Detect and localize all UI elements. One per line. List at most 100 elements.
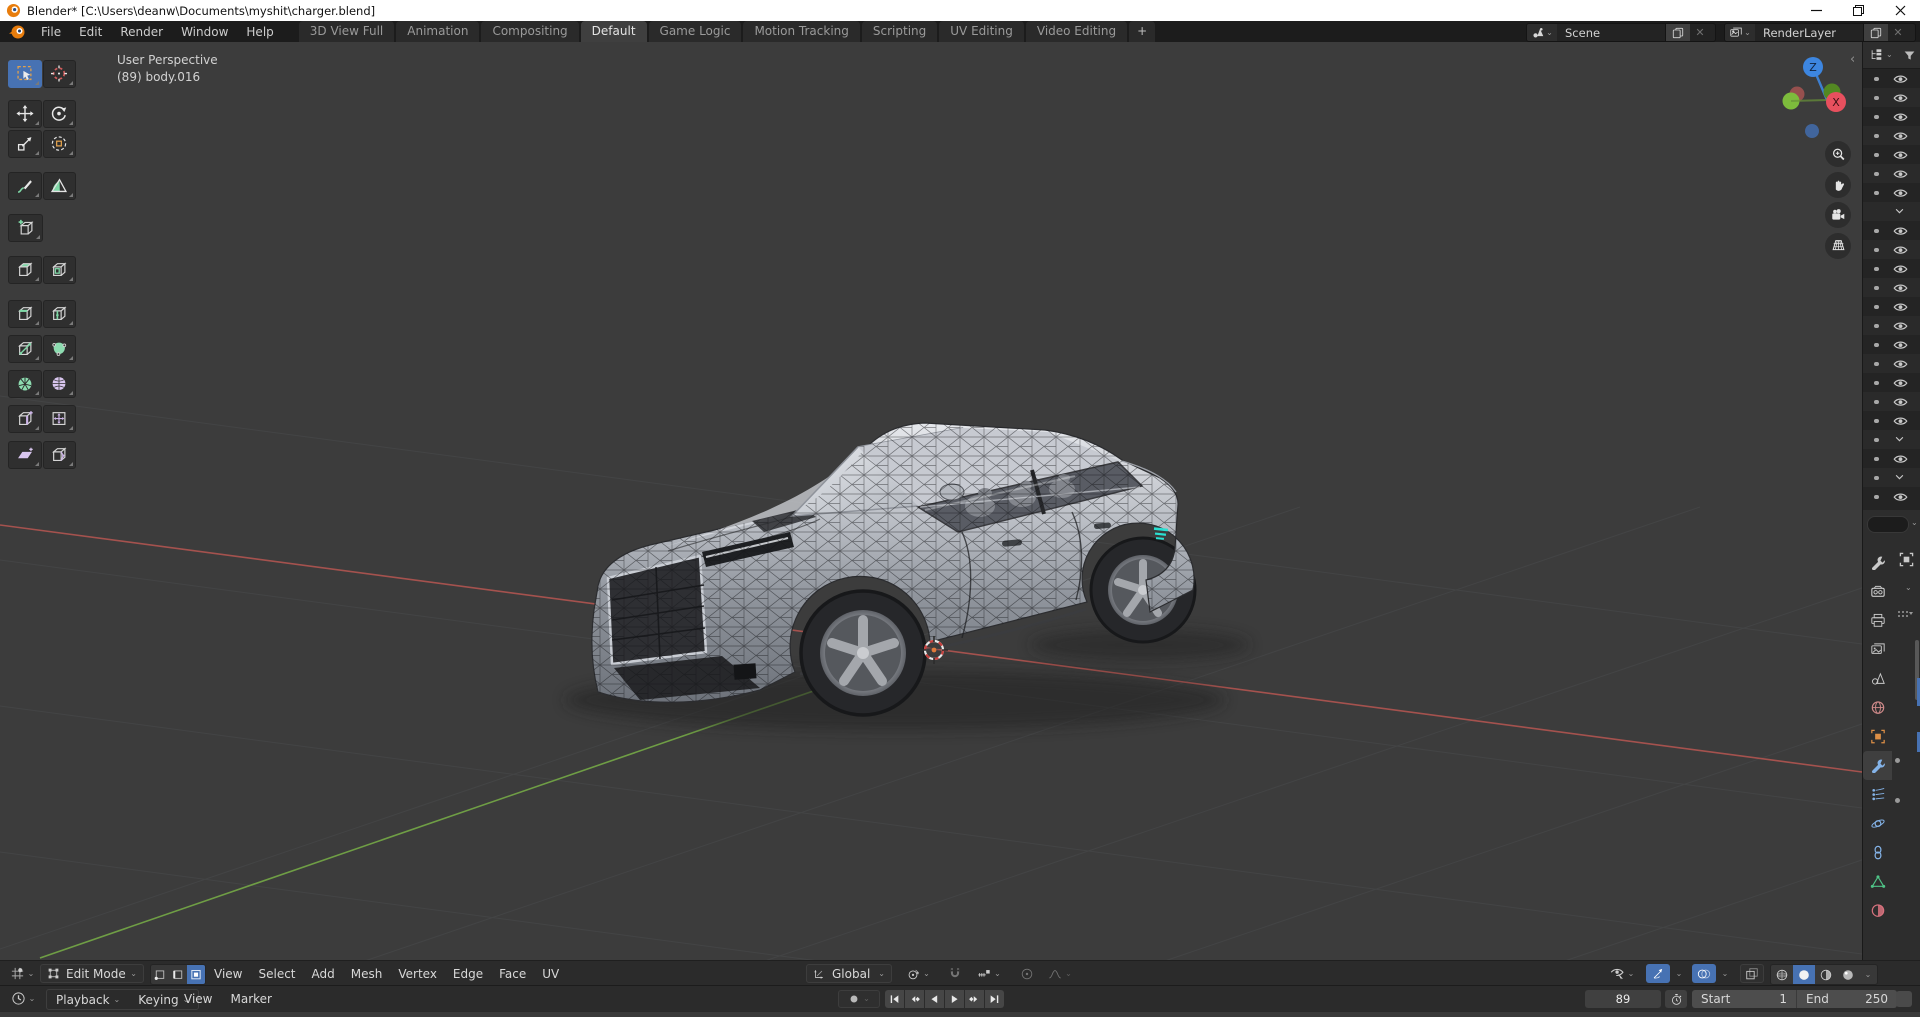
auto-keying-group[interactable]: ⌄ [838,990,880,1008]
menu-file[interactable]: File [32,23,70,41]
eye-icon[interactable] [1893,300,1908,314]
outliner-row[interactable] [1863,259,1920,278]
workspace-tab--[interactable]: + [1129,21,1155,42]
eye-icon[interactable] [1893,395,1908,409]
chevron-down-icon[interactable]: ⌄ [1905,584,1912,592]
eye-icon[interactable] [1893,186,1908,200]
properties-tab-data[interactable] [1863,867,1892,896]
xray-toggle[interactable] [1740,964,1764,983]
menu-help[interactable]: Help [237,23,282,41]
outliner-row[interactable] [1863,69,1920,88]
outliner-row[interactable] [1863,487,1920,506]
tool-smooth[interactable] [43,370,77,398]
outliner-row[interactable] [1863,449,1920,468]
workspace-tab-3d-view-full[interactable]: 3D View Full [299,21,395,42]
prev-keyframe-button[interactable] [905,990,924,1008]
viewport-menu-select[interactable]: Select [254,967,299,981]
eye-icon[interactable] [1893,357,1908,371]
workspace-tab-motion-tracking[interactable]: Motion Tracking [743,21,859,42]
outliner-row[interactable] [1863,373,1920,392]
outliner-row[interactable] [1863,126,1920,145]
chevron-down-icon[interactable] [1893,471,1906,483]
workspace-tab-animation[interactable]: Animation [396,21,479,42]
properties-tab-object[interactable] [1863,722,1892,751]
tool-cursor-tool[interactable] [43,60,77,88]
properties-tab-modifiers[interactable] [1863,751,1892,780]
properties-tab-particles[interactable] [1863,780,1892,809]
renderlayer-name[interactable]: RenderLayer [1755,24,1863,41]
scene-copy-button[interactable] [1665,24,1690,41]
chevron-down-icon[interactable] [1893,205,1906,217]
tool-rip-region[interactable] [43,441,77,469]
properties-tab-world[interactable] [1863,693,1892,722]
properties-tab-render[interactable] [1863,577,1892,606]
tool-shear[interactable] [8,441,42,469]
outliner-row[interactable] [1863,411,1920,430]
tool-knife[interactable] [8,335,42,363]
eye-icon[interactable] [1893,319,1908,333]
outliner-row[interactable] [1863,297,1920,316]
workspace-tab-video-editing[interactable]: Video Editing [1026,21,1127,42]
outliner-row[interactable] [1863,335,1920,354]
properties-tab-material[interactable] [1863,896,1892,925]
use-preview-range-toggle[interactable] [1665,990,1687,1008]
shading-dropdown[interactable]: ⌄ [1859,965,1877,984]
close-button[interactable] [1880,0,1920,21]
outliner-row[interactable] [1863,88,1920,107]
timeline-playback-dropdown[interactable]: Playback⌄ [47,993,129,1007]
properties-tab-scene[interactable] [1863,664,1892,693]
gizmos-toggle[interactable] [1646,964,1670,983]
tool-scale[interactable] [8,130,42,158]
eye-icon[interactable] [1893,452,1908,466]
minimize-button[interactable] [1796,0,1836,21]
outliner-row[interactable] [1863,240,1920,259]
eye-icon[interactable] [1893,338,1908,352]
outliner-row[interactable] [1863,107,1920,126]
mode-dropdown[interactable]: Edit Mode ⌄ [40,964,144,983]
renderlayer-unlink-button[interactable]: ✕ [1888,24,1908,41]
outliner-row[interactable] [1863,164,1920,183]
shading-material-button[interactable] [1815,965,1837,984]
tool-spin[interactable] [8,370,42,398]
eye-icon[interactable] [1893,243,1908,257]
tool-bevel[interactable] [8,300,42,328]
eye-icon[interactable] [1893,490,1908,504]
viewport-menu-edge[interactable]: Edge [449,967,487,981]
snap-target-dropdown[interactable]: ⌄ [968,964,1010,983]
menu-edit[interactable]: Edit [70,23,111,41]
properties-search-input[interactable] [1867,516,1909,533]
scene-name[interactable]: Scene [1557,24,1665,41]
viewport-menu-vertex[interactable]: Vertex [394,967,441,981]
properties-tab-constraints[interactable] [1863,838,1892,867]
chevron-down-icon[interactable] [1893,433,1906,445]
workspace-tab-compositing[interactable]: Compositing [481,21,578,42]
eye-icon[interactable] [1893,110,1908,124]
panel-collapse-icon[interactable]: ‹ [1850,52,1855,67]
outliner-display-mode-dropdown[interactable] [1869,48,1884,62]
end-frame-field[interactable]: End 250 [1797,990,1897,1008]
shading-solid-button[interactable] [1793,965,1815,984]
outliner-row[interactable] [1863,430,1920,449]
renderlayer-copy-button[interactable] [1863,24,1888,41]
eye-icon[interactable] [1893,281,1908,295]
tool-annotate[interactable] [8,172,42,200]
outliner-row[interactable] [1863,183,1920,202]
scene-unlink-button[interactable]: ✕ [1690,24,1710,41]
outliner-row[interactable] [1863,316,1920,335]
menu-render[interactable]: Render [111,23,172,41]
properties-tab-view-layer[interactable] [1863,635,1892,664]
viewport-camera-button[interactable] [1825,202,1851,228]
car-model[interactable] [565,410,1250,730]
eye-icon[interactable] [1893,91,1908,105]
viewport-zoom-button[interactable] [1825,141,1851,167]
blender-logo-icon[interactable] [8,24,26,40]
pivot-point-dropdown[interactable]: ⌄ [898,964,938,983]
jump-first-button[interactable] [885,990,904,1008]
eye-icon[interactable] [1893,129,1908,143]
timeline-editor-dropdown[interactable]: ⌄ [6,989,40,1008]
viewport-menu-add[interactable]: Add [308,967,339,981]
shading-rendered-button[interactable] [1837,965,1859,984]
tool-extrude-region[interactable] [8,256,42,284]
properties-tab-output[interactable] [1863,606,1892,635]
eye-icon[interactable] [1893,414,1908,428]
